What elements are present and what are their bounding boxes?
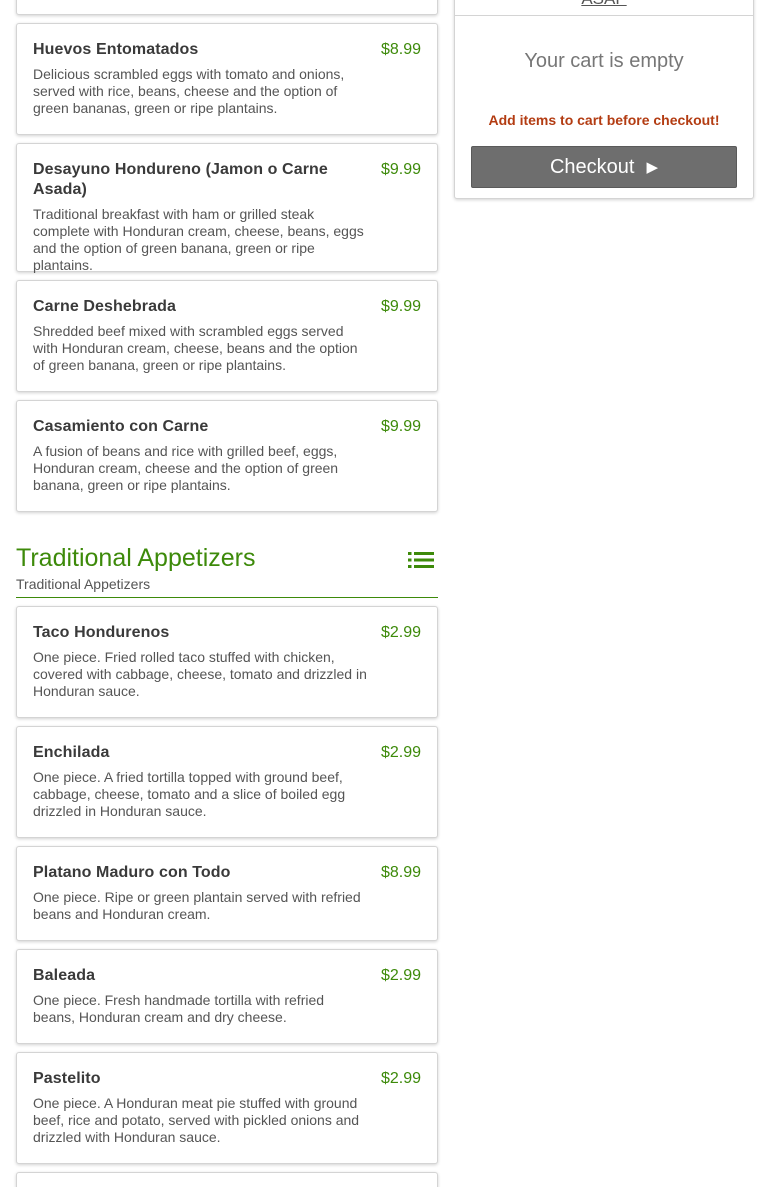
menu-item-card[interactable]: Huevos Entomatados $8.99 Delicious scram… [16, 23, 438, 135]
item-name: Platano Maduro con Todo [33, 864, 231, 881]
item-name: Huevos Entomatados [33, 41, 199, 58]
item-price: $2.99 [380, 967, 421, 984]
item-description: One piece. Fresh handmade tortilla with … [33, 992, 325, 1025]
item-description: One piece. Fried rolled taco stuffed wit… [33, 649, 367, 699]
item-price: $2.99 [380, 624, 421, 641]
item-price: $8.99 [380, 864, 421, 881]
menu-item-card[interactable] [16, 1172, 438, 1187]
item-description: Shredded beef mixed with scrambled eggs … [33, 323, 358, 373]
item-name: Enchilada [33, 744, 110, 761]
checkout-warning: Add items to cart before checkout! [488, 112, 720, 128]
item-name: Baleada [33, 967, 96, 984]
item-name: Taco Hondurenos [33, 624, 170, 641]
item-price: $9.99 [380, 418, 421, 435]
item-name: Pastelito [33, 1070, 101, 1087]
cart-empty-message: Your cart is empty [524, 50, 684, 72]
item-description: Traditional breakfast with ham or grille… [33, 206, 364, 273]
cart-timing-bar: ASAP [455, 0, 753, 16]
item-description: One piece. Ripe or green plantain served… [33, 889, 361, 922]
cart-panel: ASAP Your cart is empty Add items to car… [454, 0, 754, 199]
order-timing-link[interactable]: ASAP [455, 0, 753, 9]
item-price: $8.99 [380, 41, 421, 58]
menu-item-card[interactable]: Desayuno Hondureno (Jamon o Carne Asada)… [16, 143, 438, 273]
menu-item-card[interactable]: Casamiento con Carne $9.99 A fusion of b… [16, 400, 438, 512]
item-price: $9.99 [380, 298, 421, 315]
item-price: $2.99 [380, 744, 421, 761]
item-description: One piece. A fried tortilla topped with … [33, 769, 346, 819]
menu-item-card[interactable]: Pastelito $2.99 One piece. A Honduran me… [16, 1052, 438, 1164]
item-name: Casamiento con Carne [33, 418, 209, 435]
menu-item-card[interactable]: Carne Deshebrada $9.99 Shredded beef mix… [16, 280, 438, 392]
menu-item-card[interactable]: Enchilada $2.99 One piece. A fried torti… [16, 726, 438, 838]
item-description: One piece. A Honduran meat pie stuffed w… [33, 1095, 360, 1145]
section-header: Traditional Appetizers Traditional Appet… [16, 540, 438, 598]
checkout-label: Checkout [549, 156, 635, 178]
item-description: A fusion of beans and rice with grilled … [33, 443, 339, 493]
item-price: $9.99 [380, 161, 421, 178]
menu-item-card[interactable]: Platano Maduro con Todo $8.99 One piece.… [16, 846, 438, 941]
section-subtitle: Traditional Appetizers [16, 576, 151, 592]
list-icon[interactable] [408, 550, 434, 570]
item-price: $2.99 [380, 1070, 421, 1087]
item-description: Delicious scrambled eggs with tomato and… [33, 66, 345, 116]
menu-item-card[interactable] [16, 0, 438, 15]
section-title: Traditional Appetizers [16, 544, 256, 572]
menu-item-card[interactable]: Baleada $2.99 One piece. Fresh handmade … [16, 949, 438, 1044]
menu-item-card[interactable]: Taco Hondurenos $2.99 One piece. Fried r… [16, 606, 438, 718]
checkout-button[interactable]: Checkout ▶ [471, 146, 737, 188]
item-name: Desayuno Hondureno (Jamon o Carne Asada) [33, 161, 328, 198]
play-arrow-icon: ▶ [646, 159, 659, 176]
item-name: Carne Deshebrada [33, 298, 176, 315]
